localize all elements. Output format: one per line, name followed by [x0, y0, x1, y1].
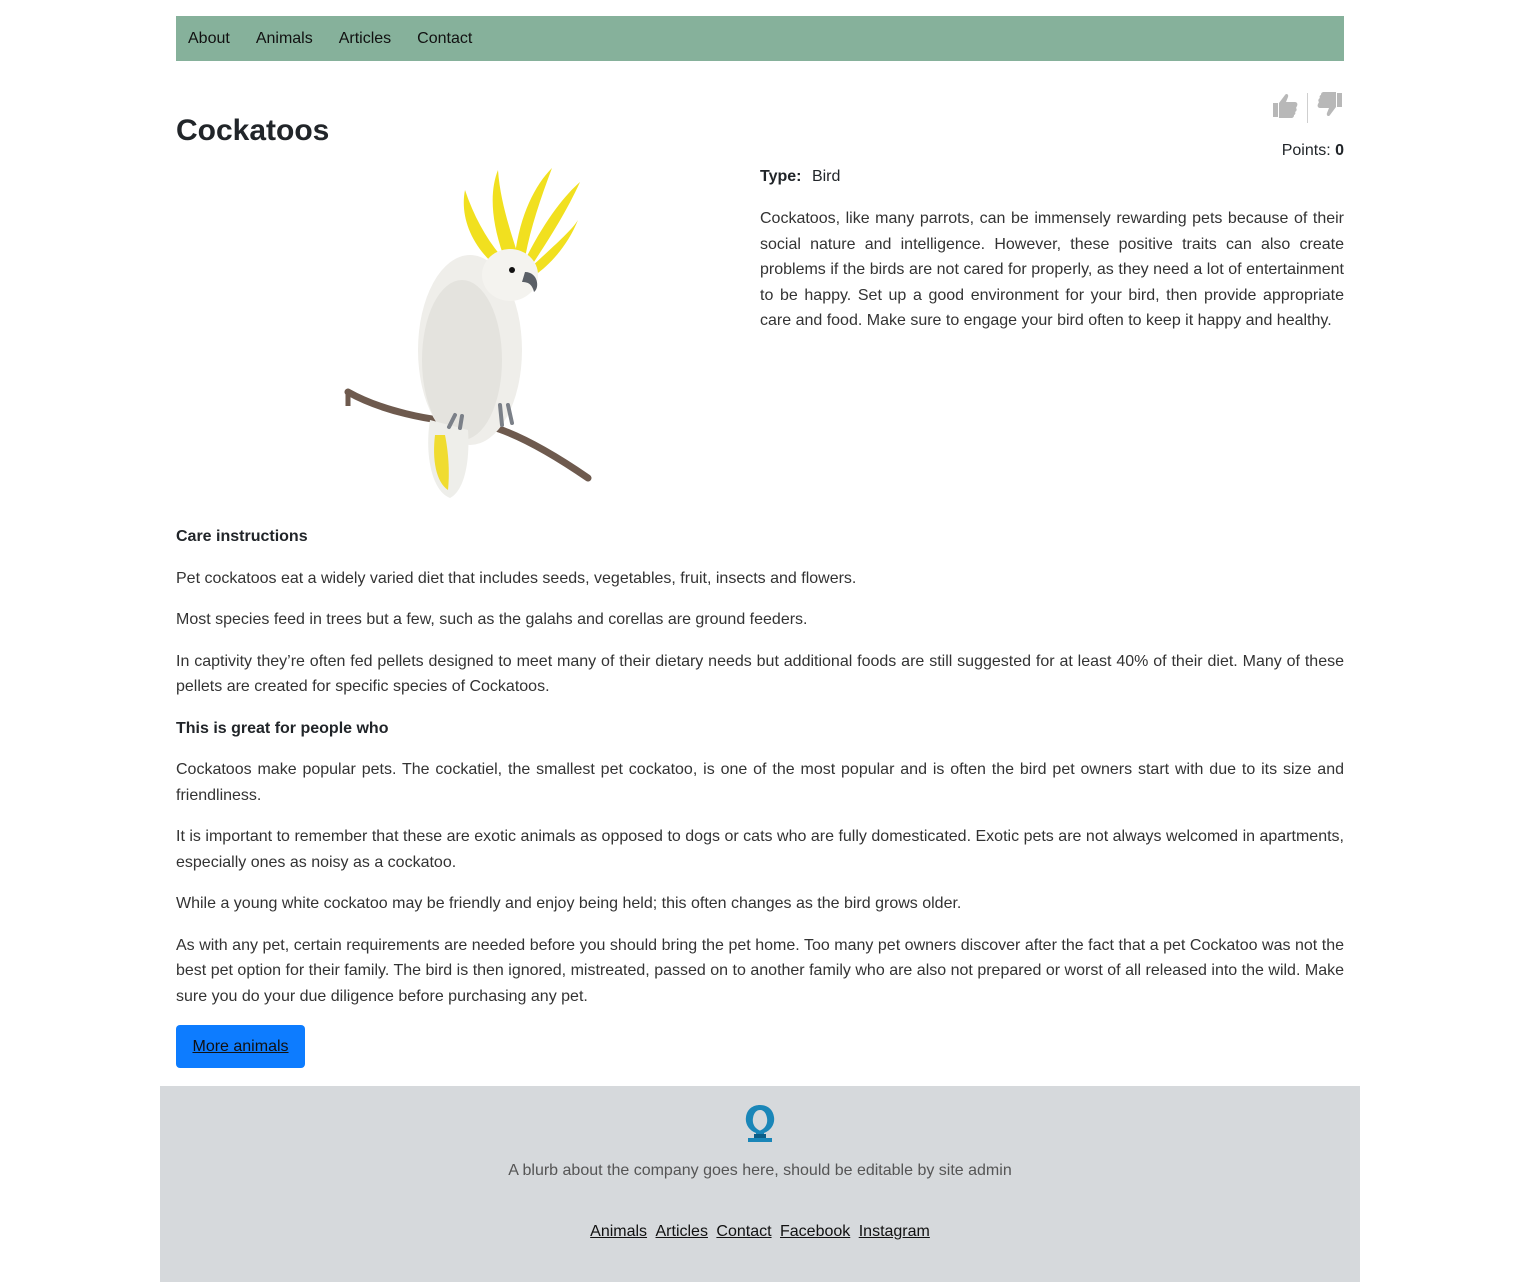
nav-articles[interactable]: Articles [339, 30, 391, 48]
type-label: Type: [760, 168, 802, 185]
points-label: Points: [1281, 142, 1331, 159]
points-display: Points: 0 [1282, 142, 1344, 160]
omega-logo-icon [742, 1104, 778, 1144]
thumbs-up-icon[interactable] [1271, 90, 1301, 125]
thumbs-down-icon[interactable] [1314, 90, 1344, 125]
footer-link-contact[interactable]: Contact [716, 1223, 771, 1240]
site-footer: A blurb about the company goes here, sho… [160, 1086, 1360, 1282]
great-for-paragraph: Cockatoos make popular pets. The cockati… [176, 761, 1344, 804]
company-blurb: A blurb about the company goes here, sho… [508, 1162, 1012, 1179]
nav-about[interactable]: About [188, 30, 230, 48]
great-for-paragraph: While a young white cockatoo may be frie… [176, 895, 962, 912]
footer-link-instagram[interactable]: Instagram [859, 1223, 930, 1240]
care-paragraph: In captivity they’re often fed pellets d… [176, 652, 1344, 696]
great-for-paragraph: It is important to remember that these a… [176, 828, 1344, 871]
care-heading: Care instructions [176, 528, 308, 545]
footer-link-animals[interactable]: Animals [590, 1223, 647, 1240]
care-paragraph: Pet cockatoos eat a widely varied diet t… [176, 569, 857, 587]
great-for-heading: This is great for people who [176, 719, 389, 737]
great-for-paragraph: As with any pet, certain requirements ar… [176, 936, 1344, 1005]
footer-links: Animals Articles Contact Facebook Instag… [160, 1223, 1360, 1241]
cockatoo-image [340, 160, 600, 505]
points-value: 0 [1335, 142, 1344, 159]
main-navbar: About Animals Articles Contact [176, 16, 1344, 61]
page-title: Cockatoos [176, 114, 330, 147]
animal-type: Type: Bird [760, 168, 840, 186]
vote-controls [1271, 90, 1344, 125]
article-body: Care instructions Pet cockatoos eat a wi… [176, 524, 1344, 1025]
nav-contact[interactable]: Contact [417, 30, 472, 48]
vote-divider [1307, 92, 1308, 123]
nav-animals[interactable]: Animals [256, 30, 313, 48]
footer-link-articles[interactable]: Articles [656, 1223, 708, 1240]
footer-link-facebook[interactable]: Facebook [780, 1223, 850, 1240]
more-animals-button[interactable]: More animals [176, 1025, 305, 1068]
animal-description: Cockatoos, like many parrots, can be imm… [760, 210, 1344, 329]
type-value: Bird [811, 168, 841, 185]
care-paragraph: Most species feed in trees but a few, su… [176, 611, 808, 628]
